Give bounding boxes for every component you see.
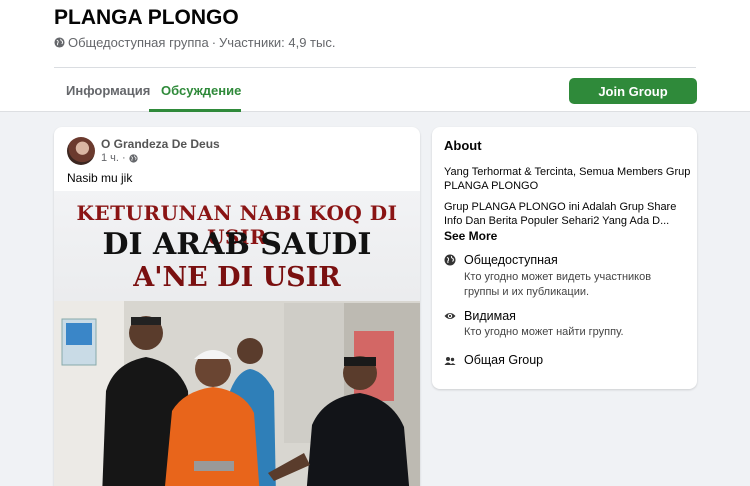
post-author[interactable]: O Grandeza De Deus <box>101 137 220 151</box>
author-avatar[interactable] <box>67 137 95 165</box>
group-header: PLANGA PLONGO Общедоступная группа · Уча… <box>0 0 750 112</box>
privacy-title: Общедоступная <box>464 253 558 267</box>
about-card: About Yang Terhormat & Tercinta, Semua M… <box>432 127 697 389</box>
post-text: Nasib mu jik <box>67 171 133 185</box>
member-count: Участники: 4,9 тыс. <box>219 35 336 50</box>
group-title: PLANGA PLONGO <box>54 6 239 29</box>
tab-discussion[interactable]: Обсуждение <box>161 83 241 98</box>
people-icon <box>444 357 456 365</box>
group-type-title: Общая Group <box>464 353 544 367</box>
post-meta: 1 ч. · <box>101 152 138 164</box>
about-desc-line: PLANGA PLONGO <box>444 180 539 192</box>
about-title: About <box>444 138 482 153</box>
image-text-line3: A'NE DI USIR <box>133 262 341 293</box>
header-divider <box>54 67 696 68</box>
eye-icon <box>444 313 456 319</box>
globe-icon <box>54 37 65 48</box>
visibility-desc-line: Кто угодно может найти группу. <box>464 326 624 338</box>
about-desc-line: Yang Terhormat & Tercinta, Semua Members… <box>444 166 691 178</box>
post-image[interactable]: KETURUNAN NABI KOQ DI USIR DI ARAB SAUDI… <box>54 191 420 486</box>
post-time[interactable]: 1 ч. <box>101 152 119 164</box>
visibility-title: Видимая <box>464 309 516 323</box>
privacy-desc-line: группы и их публикации. <box>464 286 590 298</box>
about-desc-line: Grup PLANGA PLONGO ini Adalah Grup Share <box>444 201 677 213</box>
post-meta-separator: · <box>121 152 126 164</box>
join-group-button[interactable]: Join Group <box>569 78 697 104</box>
privacy-desc-line: Кто угодно может видеть участников <box>464 271 652 283</box>
meta-separator: · <box>211 35 217 50</box>
group-meta: Общедоступная группа · Участники: 4,9 ты… <box>54 35 335 50</box>
tab-info[interactable]: Информация <box>66 83 150 98</box>
group-privacy: Общедоступная группа <box>68 35 209 50</box>
active-tab-indicator <box>149 109 241 112</box>
see-more-link[interactable]: See More <box>444 229 497 243</box>
globe-icon <box>444 254 456 266</box>
globe-icon <box>129 153 138 163</box>
image-text-line2: DI ARAB SAUDI <box>102 227 372 262</box>
about-desc-line: Info Dan Berita Populer Sehari2 Yang Ada… <box>444 215 670 227</box>
post-card: O Grandeza De Deus 1 ч. · Nasib mu jik K… <box>54 127 420 486</box>
